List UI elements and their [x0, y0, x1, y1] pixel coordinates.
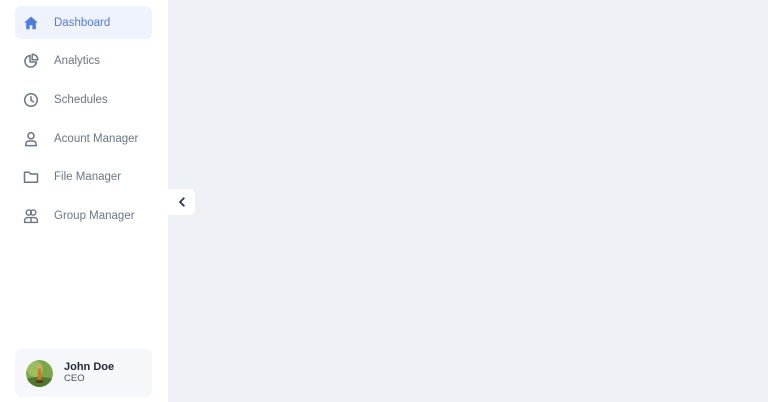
pie-chart-icon: [23, 53, 39, 69]
avatar: [26, 359, 53, 387]
sidebar-item-schedules[interactable]: Schedules: [15, 83, 152, 116]
user-icon: [23, 131, 39, 147]
user-info: John Doe CEO: [64, 361, 114, 385]
sidebar-nav: Dashboard Analytics Schedules Acount Man…: [15, 6, 152, 238]
sidebar-item-account-manager[interactable]: Acount Manager: [15, 122, 152, 155]
users-icon: [23, 208, 39, 224]
sidebar-item-group-manager[interactable]: Group Manager: [15, 199, 152, 232]
sidebar-item-label: Acount Manager: [54, 132, 139, 145]
chevron-left-icon: [178, 197, 185, 207]
user-profile-card[interactable]: John Doe CEO: [15, 349, 152, 397]
sidebar-item-label: Schedules: [54, 93, 108, 106]
sidebar-item-analytics[interactable]: Analytics: [15, 45, 152, 78]
user-role: CEO: [64, 372, 85, 384]
sidebar-item-label: Analytics: [54, 55, 101, 68]
sidebar-item-file-manager[interactable]: File Manager: [15, 161, 152, 194]
user-name: John Doe: [64, 361, 115, 374]
clock-icon: [23, 92, 39, 108]
sidebar-item-label: Dashboard: [54, 16, 111, 29]
sidebar-collapse-button[interactable]: [168, 189, 195, 215]
sidebar: Dashboard Analytics Schedules Acount Man…: [0, 0, 168, 402]
sidebar-item-label: File Manager: [54, 171, 122, 184]
sidebar-item-dashboard[interactable]: Dashboard: [15, 6, 152, 39]
sidebar-item-label: Group Manager: [54, 209, 135, 222]
home-icon: [23, 15, 39, 31]
folder-icon: [23, 169, 39, 185]
